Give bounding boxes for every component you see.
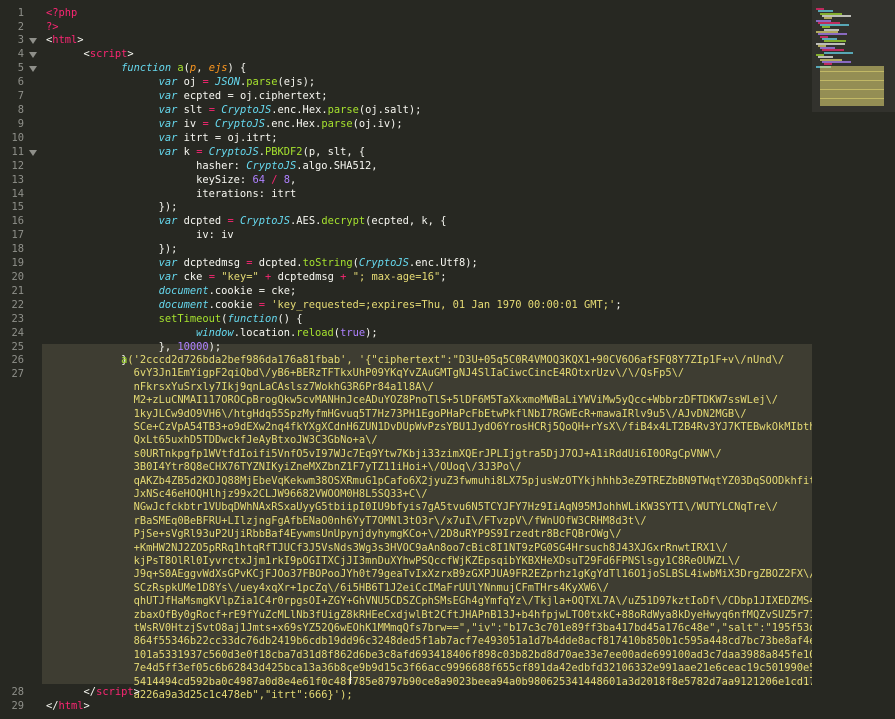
- code-line-15: });: [158, 201, 178, 213]
- code-line-24: window.location.reload(true);: [196, 327, 378, 339]
- line-number: 28: [11, 686, 24, 698]
- code-line-28: </script>: [83, 686, 140, 698]
- code-line-10: var itrt = oj.itrt;: [158, 132, 278, 144]
- code-editor[interactable]: <?php ?> <html> <script> function a(p, e…: [42, 0, 812, 719]
- code-line-17: iv: iv: [196, 229, 234, 241]
- code-line-6: var oj = JSON.parse(ejs);: [158, 76, 316, 88]
- line-number: 4: [17, 48, 24, 60]
- code-line-18: });: [158, 243, 178, 255]
- line-number: 12: [11, 160, 24, 172]
- minimap[interactable]: [812, 0, 895, 719]
- line-number: 7: [17, 90, 24, 102]
- line-number: 24: [11, 327, 24, 339]
- line-number: 13: [11, 174, 24, 186]
- line-number: 5: [17, 62, 24, 74]
- code-line-20: var cke = "key=" + dcptedmsg + "; max-ag…: [158, 271, 447, 283]
- line-number: 16: [11, 215, 24, 227]
- line-number-gutter: 1 2 3 4 5 6 7 8 9 10 11 12 13 14 15 16 17 18 19 20 21 22 23 24 2…: [0, 0, 42, 719]
- line-number: 22: [11, 299, 24, 311]
- code-line-1: <?php: [46, 7, 78, 19]
- line-number: 19: [11, 257, 24, 269]
- code-line-22: document.cookie = 'key_requested=;expire…: [158, 299, 622, 311]
- line-number: 11: [11, 146, 24, 158]
- fold-triangle-icon[interactable]: [29, 150, 37, 156]
- line-number: 1: [17, 7, 24, 19]
- line-number: 17: [11, 229, 24, 241]
- fold-triangle-icon[interactable]: [29, 66, 37, 72]
- minimap-line: [820, 103, 884, 106]
- line-number: 8: [17, 104, 24, 116]
- line-number: 27: [11, 368, 24, 380]
- line-number: 3: [17, 34, 24, 46]
- line-number: 29: [11, 700, 24, 712]
- code-line-5: function a(p, ejs) {: [121, 62, 247, 74]
- line-number: 21: [11, 285, 24, 297]
- code-line-23: setTimeout(function() {: [158, 313, 303, 325]
- code-line-19: var dcptedmsg = dcpted.toString(CryptoJS…: [158, 257, 478, 269]
- line-number: 10: [11, 132, 24, 144]
- code-line-3: <html>: [46, 34, 84, 46]
- line-number: 15: [11, 201, 24, 213]
- line-number: 18: [11, 243, 24, 255]
- code-line-8: var slt = CryptoJS.enc.Hex.parse(oj.salt…: [158, 104, 422, 116]
- code-line-16: var dcpted = CryptoJS.AES.decrypt(ecpted…: [158, 215, 447, 227]
- line-number: 20: [11, 271, 24, 283]
- code-line-29: </html>: [46, 700, 90, 712]
- line-number: 6: [17, 76, 24, 88]
- code-line-7: var ecpted = oj.ciphertext;: [158, 90, 328, 102]
- code-line-13: keySize: 64 / 8,: [196, 174, 297, 186]
- code-line-9: var iv = CryptoJS.enc.Hex.parse(oj.iv);: [158, 118, 403, 130]
- fold-triangle-icon[interactable]: [29, 38, 37, 44]
- code-line-12: hasher: CryptoJS.algo.SHA512,: [196, 160, 378, 172]
- fold-triangle-icon[interactable]: [29, 52, 37, 58]
- line-number: 26: [11, 354, 24, 366]
- code-line-26: }: [121, 354, 128, 366]
- code-line-21: document.cookie = cke;: [158, 285, 297, 297]
- line-number: 23: [11, 313, 24, 325]
- code-line-4: <script>: [83, 48, 134, 60]
- text-cursor: [350, 671, 351, 684]
- line-number: 9: [17, 118, 24, 130]
- minimap-line: [824, 51, 853, 54]
- code-line-27-segment: a226a9a3d25c1c478eb","itrt":666}');: [133, 689, 353, 701]
- code-line-11: var k = CryptoJS.PBKDF2(p, slt, {: [158, 146, 366, 158]
